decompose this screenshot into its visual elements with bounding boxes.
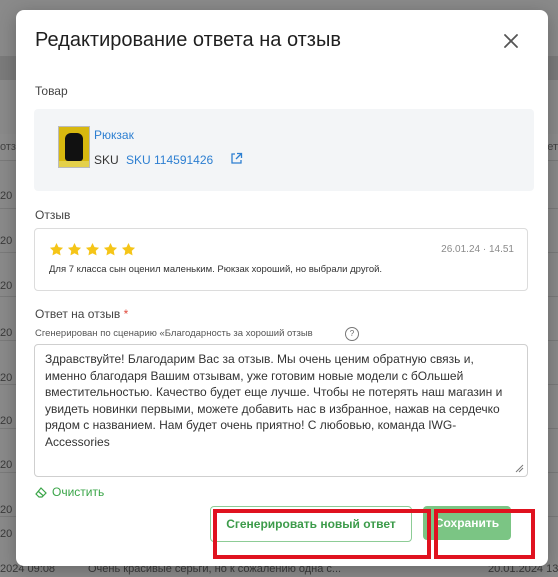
answer-section-label: Ответ на отзыв * xyxy=(35,307,128,321)
sku-label: SKU xyxy=(94,153,119,167)
required-mark: * xyxy=(123,307,129,321)
help-icon[interactable]: ? xyxy=(345,327,359,341)
clear-button[interactable]: Очистить xyxy=(35,485,104,499)
review-card: 26.01.24 · 14.51 Для 7 класса сын оценил… xyxy=(34,228,528,291)
external-link-icon[interactable] xyxy=(230,152,243,165)
answer-text[interactable]: Здравствуйте! Благодарим Вас за отзыв. М… xyxy=(45,351,515,451)
answer-label-text: Ответ на отзыв xyxy=(35,307,121,321)
product-name-link[interactable]: Рюкзак xyxy=(94,128,134,142)
background-row-label: 20 xyxy=(0,415,13,427)
eraser-icon xyxy=(35,487,47,498)
product-section-label: Товар xyxy=(35,84,68,98)
background-row-label: 20 xyxy=(0,190,13,202)
background-row-label: 20 xyxy=(0,528,13,540)
answer-textarea[interactable]: Здравствуйте! Благодарим Вас за отзыв. М… xyxy=(34,344,528,477)
star-icon xyxy=(121,242,136,256)
background-row-label: 20 xyxy=(0,280,13,292)
edit-answer-modal: Редактирование ответа на отзыв Товар Рюк… xyxy=(16,10,548,566)
review-section-label: Отзыв xyxy=(35,208,71,222)
background-row-label: 20 xyxy=(0,372,13,384)
rating-stars xyxy=(49,242,136,257)
close-button[interactable] xyxy=(500,30,522,52)
review-date: 26.01.24 · 14.51 xyxy=(441,244,514,255)
scenario-note: Сгенерирован по сценарию «Благодарность … xyxy=(35,328,313,339)
product-thumbnail xyxy=(58,126,90,168)
star-icon xyxy=(49,242,64,256)
resize-handle-icon[interactable] xyxy=(515,464,524,473)
star-icon xyxy=(85,242,100,256)
highlight-frame xyxy=(434,509,535,559)
close-icon xyxy=(504,34,518,48)
sku-link[interactable]: SKU 114591426 xyxy=(126,153,213,167)
backpack-icon xyxy=(65,133,83,161)
background-row-label: 20 xyxy=(0,459,13,471)
review-text: Для 7 класса сын оценил маленьким. Рюкза… xyxy=(49,264,383,275)
background-row-label: 20 xyxy=(0,235,13,247)
background-row-label: 20 xyxy=(0,327,13,339)
background-row-label: 20 xyxy=(0,504,13,516)
modal-title: Редактирование ответа на отзыв xyxy=(35,29,341,51)
star-icon xyxy=(103,242,118,256)
star-icon xyxy=(67,242,82,256)
background-col-right: ет xyxy=(547,141,558,153)
highlight-frame xyxy=(213,509,431,559)
clear-label: Очистить xyxy=(52,485,105,499)
product-card: Рюкзак SKU SKU 114591426 xyxy=(34,109,534,191)
